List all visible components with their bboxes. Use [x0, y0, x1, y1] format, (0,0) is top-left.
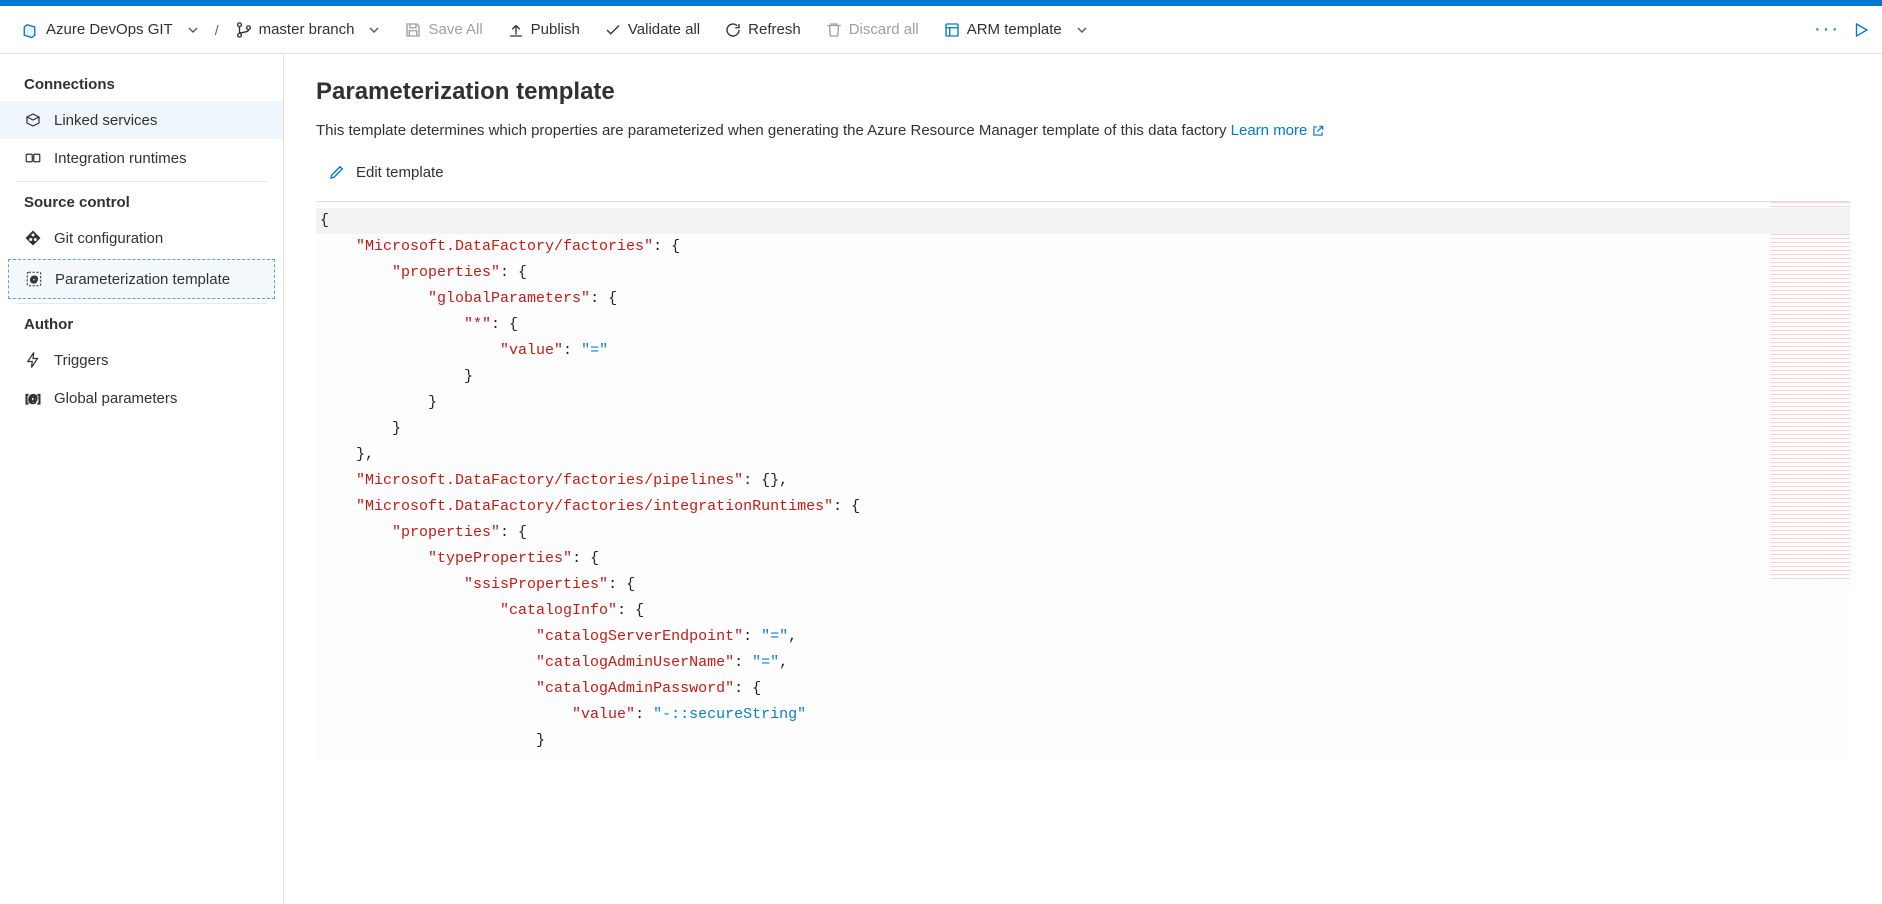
- linked-services-icon: [24, 111, 42, 129]
- chevron-down-icon: [187, 24, 199, 36]
- sidebar-item-integration-runtimes[interactable]: Integration runtimes: [0, 139, 283, 177]
- repo-label: Azure DevOps GIT: [46, 21, 173, 38]
- chevron-down-icon: [1076, 24, 1088, 36]
- edit-template-label: Edit template: [356, 164, 444, 181]
- arm-template-label: ARM template: [967, 21, 1062, 38]
- validate-all-label: Validate all: [628, 21, 700, 38]
- parameterization-icon: @: [25, 270, 43, 288]
- divider: [16, 303, 267, 304]
- repo-selector[interactable]: Azure DevOps GIT: [12, 15, 209, 45]
- publish-label: Publish: [531, 21, 580, 38]
- azure-devops-icon: [22, 21, 40, 39]
- publish-icon: [507, 21, 525, 39]
- sidebar-heading-connections: Connections: [0, 68, 283, 101]
- svg-text:@: @: [30, 275, 38, 284]
- sidebar-item-label: Integration runtimes: [54, 150, 187, 167]
- toolbar: Azure DevOps GIT / master branch Save Al…: [0, 6, 1882, 54]
- sidebar-item-triggers[interactable]: Triggers: [0, 341, 283, 379]
- branch-selector[interactable]: master branch: [225, 15, 391, 45]
- page-description: This template determines which propertie…: [316, 122, 1850, 139]
- sidebar-item-label: Triggers: [54, 352, 108, 369]
- global-parameters-icon: [@]: [24, 389, 42, 407]
- validate-all-button[interactable]: Validate all: [594, 15, 710, 45]
- triggers-icon: [24, 351, 42, 369]
- template-icon: [943, 21, 961, 39]
- refresh-icon: [724, 21, 742, 39]
- code-editor[interactable]: { "Microsoft.DataFactory/factories": { "…: [316, 201, 1850, 760]
- sidebar-item-parameterization-template[interactable]: @ Parameterization template: [8, 259, 275, 299]
- save-all-button[interactable]: Save All: [394, 15, 492, 45]
- page-title: Parameterization template: [316, 78, 1850, 106]
- publish-button[interactable]: Publish: [497, 15, 590, 45]
- save-all-label: Save All: [428, 21, 482, 38]
- chevron-down-icon: [368, 24, 380, 36]
- discard-all-button[interactable]: Discard all: [815, 15, 929, 45]
- learn-more-link[interactable]: Learn more: [1231, 122, 1326, 139]
- branch-label: master branch: [259, 21, 355, 38]
- sidebar-item-label: Linked services: [54, 112, 157, 129]
- play-icon[interactable]: [1852, 21, 1870, 39]
- checkmark-icon: [604, 21, 622, 39]
- pencil-icon: [328, 163, 346, 181]
- sidebar: Connections Linked services Integration …: [0, 54, 284, 904]
- refresh-label: Refresh: [748, 21, 801, 38]
- sidebar-item-label: Global parameters: [54, 390, 177, 407]
- separator: /: [215, 22, 219, 38]
- integration-runtimes-icon: [24, 149, 42, 167]
- arm-template-dropdown[interactable]: ARM template: [933, 15, 1098, 45]
- discard-all-label: Discard all: [849, 21, 919, 38]
- divider: [16, 181, 267, 182]
- sidebar-item-linked-services[interactable]: Linked services: [0, 101, 283, 139]
- refresh-button[interactable]: Refresh: [714, 15, 811, 45]
- sidebar-item-label: Git configuration: [54, 230, 163, 247]
- svg-text:[@]: [@]: [25, 394, 41, 405]
- content-area: Parameterization template This template …: [284, 54, 1882, 904]
- sidebar-heading-source-control: Source control: [0, 186, 283, 219]
- sidebar-item-global-parameters[interactable]: [@] Global parameters: [0, 379, 283, 417]
- more-icon[interactable]: ···: [1818, 21, 1836, 39]
- sidebar-item-label: Parameterization template: [55, 271, 230, 288]
- save-icon: [404, 21, 422, 39]
- sidebar-item-git-configuration[interactable]: Git configuration: [0, 219, 283, 257]
- git-icon: [24, 229, 42, 247]
- external-link-icon: [1311, 124, 1325, 138]
- edit-template-button[interactable]: Edit template: [328, 163, 444, 181]
- sidebar-heading-author: Author: [0, 308, 283, 341]
- trash-icon: [825, 21, 843, 39]
- branch-icon: [235, 21, 253, 39]
